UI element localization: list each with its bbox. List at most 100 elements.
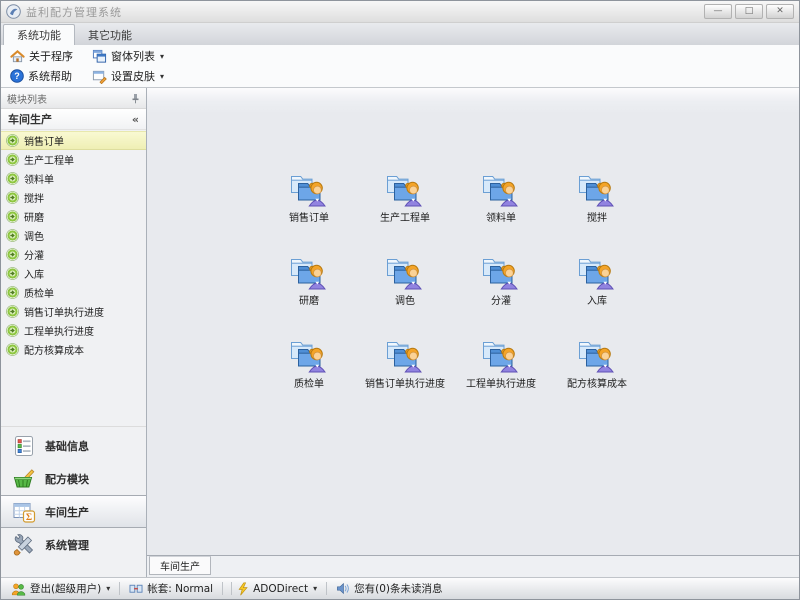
- folder-user-icon: [577, 255, 617, 290]
- sidebar-module-item[interactable]: 分灌: [1, 245, 146, 264]
- sidebar-module-item[interactable]: 销售订单: [1, 131, 146, 150]
- green-arrow-icon: [6, 343, 19, 356]
- sidebar-module-item[interactable]: 研磨: [1, 207, 146, 226]
- green-arrow-icon: [6, 153, 19, 166]
- folder-user-icon: [289, 338, 329, 373]
- shortcut-label: 分灌: [491, 292, 511, 307]
- sidebar-module-item[interactable]: 领料单: [1, 169, 146, 188]
- green-arrow-icon: [6, 172, 19, 185]
- tab-system-functions[interactable]: 系统功能: [3, 24, 75, 45]
- basket-pencil-icon: [12, 467, 36, 491]
- main-content: 销售订单 生产工程单 领料单 搅拌 研磨: [147, 88, 799, 577]
- shortcut-label: 生产工程单: [380, 209, 430, 224]
- shortcut-item[interactable]: 领料单: [453, 172, 549, 255]
- shortcut-item[interactable]: 销售订单执行进度: [357, 338, 453, 421]
- sidebar-splitter[interactable]: [1, 426, 146, 427]
- shortcut-item[interactable]: 生产工程单: [357, 172, 453, 255]
- nav-panel-label: 配方模块: [45, 471, 89, 487]
- folder-user-icon: [481, 338, 521, 373]
- folder-user-icon: [577, 338, 617, 373]
- window-list-button[interactable]: 窗体列表 ▾: [85, 47, 171, 66]
- shortcut-item[interactable]: 销售订单: [261, 172, 357, 255]
- folder-user-icon: [385, 255, 425, 290]
- dropdown-arrow-icon: ▾: [160, 72, 164, 81]
- sidebar-module-item[interactable]: 生产工程单: [1, 150, 146, 169]
- module-group-title: 车间生产: [8, 111, 52, 127]
- account-icon: [129, 582, 143, 595]
- folder-user-icon: [289, 172, 329, 207]
- sidebar-module-item-label: 配方核算成本: [24, 342, 84, 357]
- logout-button[interactable]: 登出(超级用户) ▾: [8, 581, 113, 596]
- maximize-button[interactable]: □: [735, 4, 763, 19]
- document-tab-bar: 车间生产: [147, 556, 799, 577]
- sidebar: 模块列表 车间生产 « 销售订单 生产工程单: [1, 88, 147, 577]
- green-arrow-icon: [6, 134, 19, 147]
- nav-panel-system-management[interactable]: 系统管理: [1, 528, 146, 561]
- green-arrow-icon: [6, 191, 19, 204]
- tools-icon: [12, 533, 36, 557]
- sidebar-module-list: 销售订单 生产工程单 领料单 搅拌 研磨: [1, 130, 146, 359]
- sidebar-module-item[interactable]: 调色: [1, 226, 146, 245]
- about-program-button[interactable]: 关于程序: [3, 47, 85, 66]
- folder-user-icon: [385, 172, 425, 207]
- sidebar-module-item-label: 领料单: [24, 171, 54, 186]
- sidebar-module-item[interactable]: 配方核算成本: [1, 340, 146, 359]
- sidebar-module-item[interactable]: 入库: [1, 264, 146, 283]
- shortcut-label: 工程单执行进度: [466, 375, 536, 390]
- shortcut-item[interactable]: 搅拌: [549, 172, 645, 255]
- tab-other-functions[interactable]: 其它功能: [75, 24, 145, 45]
- table-sigma-icon: Σ: [12, 500, 36, 524]
- account-set-indicator: 帐套: Normal: [126, 581, 216, 596]
- speaker-icon: [336, 582, 350, 595]
- minimize-button[interactable]: —: [704, 4, 732, 19]
- close-button[interactable]: ✕: [766, 4, 794, 19]
- folder-user-icon: [481, 172, 521, 207]
- home-icon: [10, 49, 25, 64]
- sidebar-module-item[interactable]: 搅拌: [1, 188, 146, 207]
- sidebar-module-item[interactable]: 工程单执行进度: [1, 321, 146, 340]
- shortcut-item[interactable]: 研磨: [261, 255, 357, 338]
- shortcut-label: 搅拌: [587, 209, 607, 224]
- skin-icon: [92, 69, 107, 84]
- green-arrow-icon: [6, 248, 19, 261]
- document-tab-workshop[interactable]: 车间生产: [149, 556, 211, 575]
- logout-label: 登出(超级用户): [30, 581, 101, 596]
- folder-user-icon: [577, 172, 617, 207]
- nav-panel-workshop-production[interactable]: Σ 车间生产: [1, 495, 146, 528]
- app-window: 益利配方管理系统 — □ ✕ 系统功能 其它功能 关于程序 窗体列表 ▾ ? 系…: [0, 0, 800, 600]
- shortcut-item[interactable]: 质检单: [261, 338, 357, 421]
- folder-user-icon: [289, 255, 329, 290]
- shortcut-label: 配方核算成本: [567, 375, 627, 390]
- pin-icon[interactable]: [131, 93, 140, 104]
- sidebar-module-item-label: 调色: [24, 228, 44, 243]
- shortcut-item[interactable]: 工程单执行进度: [453, 338, 549, 421]
- unread-messages-indicator[interactable]: 您有(0)条未读消息: [333, 581, 445, 596]
- sidebar-module-item[interactable]: 销售订单执行进度: [1, 302, 146, 321]
- module-list-header: 模块列表: [1, 88, 146, 109]
- shortcut-label: 入库: [587, 292, 607, 307]
- unread-messages-label: 您有(0)条未读消息: [354, 581, 442, 596]
- shortcut-label: 调色: [395, 292, 415, 307]
- shortcut-item[interactable]: 入库: [549, 255, 645, 338]
- connection-mode-button[interactable]: ADODirect ▾: [234, 582, 320, 596]
- module-group-header: 车间生产 «: [1, 109, 146, 130]
- nav-panel-formula-module[interactable]: 配方模块: [1, 462, 146, 495]
- sidebar-module-item-label: 搅拌: [24, 190, 44, 205]
- sidebar-module-item[interactable]: 质检单: [1, 283, 146, 302]
- system-help-label: 系统帮助: [28, 68, 72, 84]
- sidebar-module-item-label: 生产工程单: [24, 152, 74, 167]
- green-arrow-icon: [6, 286, 19, 299]
- shortcut-item[interactable]: 调色: [357, 255, 453, 338]
- nav-panel-basic-info[interactable]: 基础信息: [1, 429, 146, 462]
- shortcut-area: 销售订单 生产工程单 领料单 搅拌 研磨: [147, 88, 799, 556]
- green-arrow-icon: [6, 267, 19, 280]
- collapse-icon[interactable]: «: [132, 113, 139, 126]
- folder-user-icon: [385, 338, 425, 373]
- lightning-icon: [237, 582, 249, 596]
- shortcut-label: 销售订单: [289, 209, 329, 224]
- shortcut-item[interactable]: 配方核算成本: [549, 338, 645, 421]
- sidebar-module-item-label: 入库: [24, 266, 44, 281]
- system-help-button[interactable]: ? 系统帮助: [3, 67, 85, 86]
- set-skin-button[interactable]: 设置皮肤 ▾: [85, 67, 171, 86]
- shortcut-item[interactable]: 分灌: [453, 255, 549, 338]
